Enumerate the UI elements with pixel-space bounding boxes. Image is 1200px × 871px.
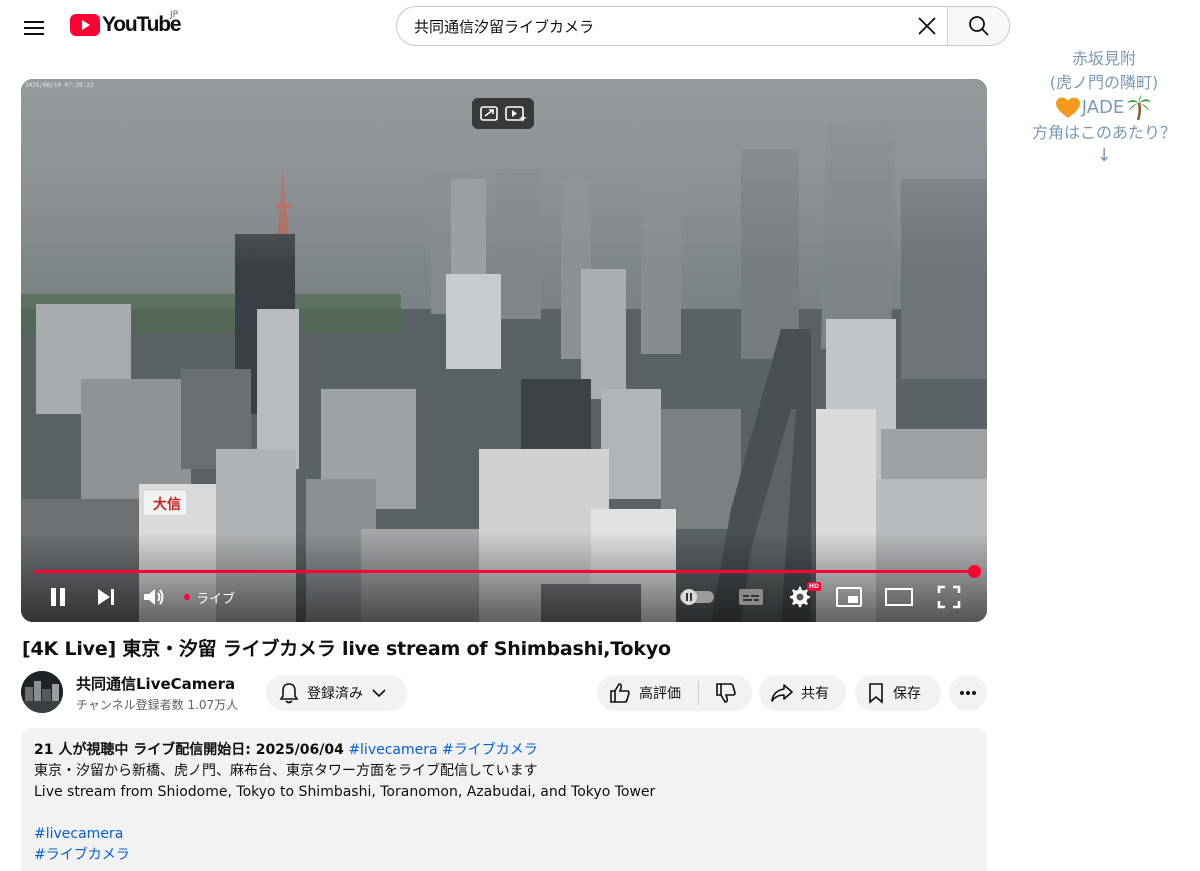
thumbs-up-icon — [610, 683, 630, 703]
autoplay-toggle[interactable] — [679, 584, 715, 610]
channel-avatar[interactable] — [21, 671, 63, 713]
youtube-play-icon — [70, 14, 100, 36]
fullscreen-icon — [937, 585, 961, 609]
description-meta: 21 人が視聴中 ライブ配信開始日: 2025/06/04 #livecamer… — [34, 740, 974, 761]
youtube-logo[interactable]: YouTube — [70, 13, 182, 37]
share-icon — [771, 684, 793, 702]
player-top-controls — [472, 98, 534, 129]
orange-heart-icon — [1055, 97, 1080, 118]
note-jade-line: JADE — [1024, 95, 1184, 121]
clear-search-button[interactable] — [907, 7, 947, 45]
fullscreen-button[interactable] — [935, 584, 963, 610]
description-line-jp: 東京・汐留から新橋、虎ノ門、麻布台、東京タワー方面をライブ配信しています — [34, 763, 538, 779]
more-horizontal-icon — [960, 691, 976, 695]
subscribe-label: 登録済み — [307, 686, 363, 702]
pause-button[interactable] — [43, 584, 73, 610]
subtitles-button[interactable] — [737, 584, 765, 610]
hd-badge: HD — [807, 582, 822, 591]
subscriber-count: チャンネル登録者数 1.07万人 — [76, 698, 239, 712]
video-timestamp: 2025/06/10 07:26:22 — [25, 82, 94, 89]
share-label: 共有 — [801, 686, 829, 702]
chevron-down-icon — [372, 689, 386, 698]
live-dot — [184, 594, 190, 600]
live-label: ライブ — [196, 591, 236, 607]
theater-mode-button[interactable] — [884, 584, 914, 610]
save-label: 保存 — [893, 686, 921, 702]
billboard-sign: 大信 — [153, 496, 181, 513]
like-label: 高評価 — [639, 686, 681, 702]
hashtag-livecamera-jp[interactable]: #ライブカメラ — [34, 845, 974, 866]
channel-name[interactable]: 共同通信LiveCamera — [76, 673, 235, 694]
logo-country-code: JP — [170, 10, 179, 20]
hashtag-livecamera[interactable]: #livecamera — [34, 824, 974, 845]
next-button[interactable] — [93, 584, 119, 610]
view-and-date: 21 人が視聴中 ライブ配信開始日: 2025/06/04 — [34, 742, 344, 758]
note-line-1: 赤坂見附 — [1071, 49, 1136, 68]
description-box[interactable]: 21 人が視聴中 ライブ配信開始日: 2025/06/04 #livecamer… — [21, 728, 987, 871]
note-jade: JADE — [1081, 97, 1125, 118]
description-line-en: Live stream from Shiodome, Tokyo to Shim… — [34, 784, 656, 800]
cast-icon[interactable] — [479, 105, 499, 123]
miniplayer-icon — [836, 587, 862, 607]
subscribe-button[interactable]: 登録済み — [266, 675, 407, 711]
close-icon — [918, 17, 936, 35]
video-player[interactable]: 大信 2025/06/10 07:26:22 ライブ HD — [21, 79, 987, 622]
note-line-2: (虎ノ門の隣町) — [1049, 73, 1159, 92]
subtitles-icon — [739, 589, 763, 605]
overlay-note: 赤坂見附 (虎ノ門の隣町) JADE 方角はこのあたり？ ↓ — [1024, 47, 1184, 167]
skip-next-icon — [98, 589, 114, 605]
more-actions-button[interactable] — [949, 675, 987, 711]
miniplayer-button[interactable] — [835, 584, 863, 610]
hamburger-icon — [24, 21, 44, 35]
search-input[interactable] — [397, 7, 907, 45]
autoplay-sparkle-icon[interactable] — [505, 105, 527, 123]
like-button[interactable]: 高評価 — [597, 675, 698, 711]
share-button[interactable]: 共有 — [759, 675, 846, 711]
video-title: [4K Live] 東京・汐留 ライブカメラ live stream of Sh… — [22, 638, 671, 660]
thumbs-down-icon — [715, 683, 736, 703]
save-button[interactable]: 保存 — [855, 675, 941, 711]
search-box — [396, 6, 1010, 46]
like-dislike-group: 高評価 — [597, 675, 752, 711]
search-button[interactable] — [947, 7, 1009, 45]
autoplay-toggle-icon — [680, 589, 714, 605]
theater-mode-icon — [885, 588, 913, 606]
logo-text: YouTube — [102, 13, 182, 36]
palm-tree-icon — [1127, 95, 1152, 121]
note-arrow: ↓ — [1096, 145, 1112, 166]
volume-button[interactable] — [141, 584, 167, 610]
bookmark-icon — [869, 683, 883, 704]
search-icon — [968, 16, 989, 36]
progress-bar[interactable] — [33, 570, 975, 573]
channel-avatar-image — [21, 671, 63, 713]
progress-scrubber[interactable] — [968, 565, 981, 578]
bell-icon — [279, 683, 299, 704]
live-badge[interactable]: ライブ — [184, 584, 235, 610]
dislike-button[interactable] — [699, 675, 752, 711]
meta-hashtags[interactable]: #livecamera #ライブカメラ — [348, 742, 537, 758]
note-line-4: 方角はこのあたり？ — [1031, 123, 1176, 142]
pause-icon — [51, 588, 65, 606]
menu-button[interactable] — [14, 8, 54, 48]
volume-icon — [144, 589, 164, 605]
